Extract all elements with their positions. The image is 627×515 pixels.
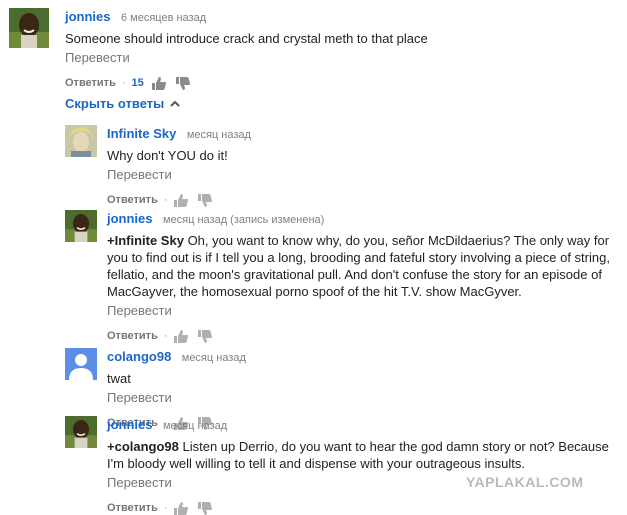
- comment-time[interactable]: месяц назад (запись изменена): [163, 214, 324, 226]
- reply-item: colango98 месяц назад twat Перевести Отв…: [65, 348, 620, 430]
- like-count: 15: [131, 77, 144, 89]
- comment-author[interactable]: colango98: [107, 349, 171, 364]
- watermark: YAPLAKAL.COM: [466, 474, 584, 490]
- comment-time[interactable]: 6 месяцев назад: [121, 12, 206, 24]
- translate-link[interactable]: Перевести: [107, 303, 619, 319]
- thumbs-up-icon[interactable]: [151, 76, 166, 90]
- mention-link[interactable]: +Infinite Sky: [107, 233, 184, 248]
- comment-actions: Ответить · 15: [65, 76, 619, 90]
- comment-actions: Ответить ·: [107, 193, 619, 207]
- separator-dot: ·: [163, 330, 168, 342]
- separator-dot: ·: [163, 194, 168, 206]
- comment-text: Why don't YOU do it!: [107, 148, 228, 163]
- comment-text-body: Listen up Derrio, do you want to hear th…: [107, 439, 609, 471]
- comment-time[interactable]: месяц назад: [187, 129, 251, 141]
- comment-actions: Ответить ·: [107, 329, 619, 343]
- avatar-jonnies[interactable]: [65, 416, 97, 448]
- reply-button[interactable]: Ответить: [107, 502, 158, 514]
- avatar-colango98[interactable]: [65, 348, 97, 380]
- translate-link[interactable]: Перевести: [107, 167, 619, 183]
- comment-text: twat: [107, 371, 131, 386]
- comment-text: Someone should introduce crack and cryst…: [65, 31, 428, 46]
- reply-button[interactable]: Ответить: [107, 194, 158, 206]
- comment-actions: Ответить ·: [107, 501, 619, 515]
- avatar-infinite-sky[interactable]: [65, 125, 97, 157]
- translate-link[interactable]: Перевести: [107, 390, 619, 406]
- reply-item: jonnies месяц назад +colango98 Listen up…: [65, 416, 620, 515]
- thumbs-down-icon[interactable]: [197, 193, 212, 207]
- comment-time[interactable]: месяц назад: [163, 420, 227, 432]
- thumbs-down-icon[interactable]: [197, 501, 212, 515]
- reply-button[interactable]: Ответить: [107, 330, 158, 342]
- comment-body: jonnies 6 месяцев назад Someone should i…: [65, 8, 619, 90]
- comment-author[interactable]: jonnies: [107, 417, 153, 432]
- separator-dot: ·: [121, 77, 126, 89]
- comment-author[interactable]: jonnies: [65, 9, 111, 24]
- thumbs-down-icon[interactable]: [175, 76, 190, 90]
- separator-dot: ·: [163, 502, 168, 514]
- reply-item: jonnies месяц назад (запись изменена) +I…: [65, 210, 620, 343]
- hide-replies-label: Скрыть ответы: [65, 96, 165, 111]
- comment-author[interactable]: jonnies: [107, 211, 153, 226]
- chevron-up-icon: [170, 100, 180, 107]
- comment-time[interactable]: месяц назад: [182, 352, 246, 364]
- translate-link[interactable]: Перевести: [65, 50, 619, 66]
- thumbs-up-icon[interactable]: [173, 501, 188, 515]
- hide-replies-button[interactable]: Скрыть ответы: [65, 96, 180, 111]
- comment-author[interactable]: Infinite Sky: [107, 126, 176, 141]
- thumbs-down-icon[interactable]: [197, 329, 212, 343]
- thumbs-up-icon[interactable]: [173, 329, 188, 343]
- comment-body: jonnies месяц назад +colango98 Listen up…: [107, 416, 619, 515]
- avatar-jonnies[interactable]: [9, 8, 49, 48]
- comment-body: jonnies месяц назад (запись изменена) +I…: [107, 210, 619, 343]
- comment-text: +colango98 Listen up Derrio, do you want…: [107, 438, 619, 472]
- comment-top: jonnies 6 месяцев назад Someone should i…: [9, 8, 619, 90]
- thumbs-up-icon[interactable]: [173, 193, 188, 207]
- avatar-jonnies[interactable]: [65, 210, 97, 242]
- reply-item: Infinite Sky месяц назад Why don't YOU d…: [65, 125, 620, 207]
- comment-text: +Infinite Sky Oh, you want to know why, …: [107, 232, 619, 300]
- mention-link[interactable]: +colango98: [107, 439, 179, 454]
- reply-button[interactable]: Ответить: [65, 77, 116, 89]
- comment-body: Infinite Sky месяц назад Why don't YOU d…: [107, 125, 619, 207]
